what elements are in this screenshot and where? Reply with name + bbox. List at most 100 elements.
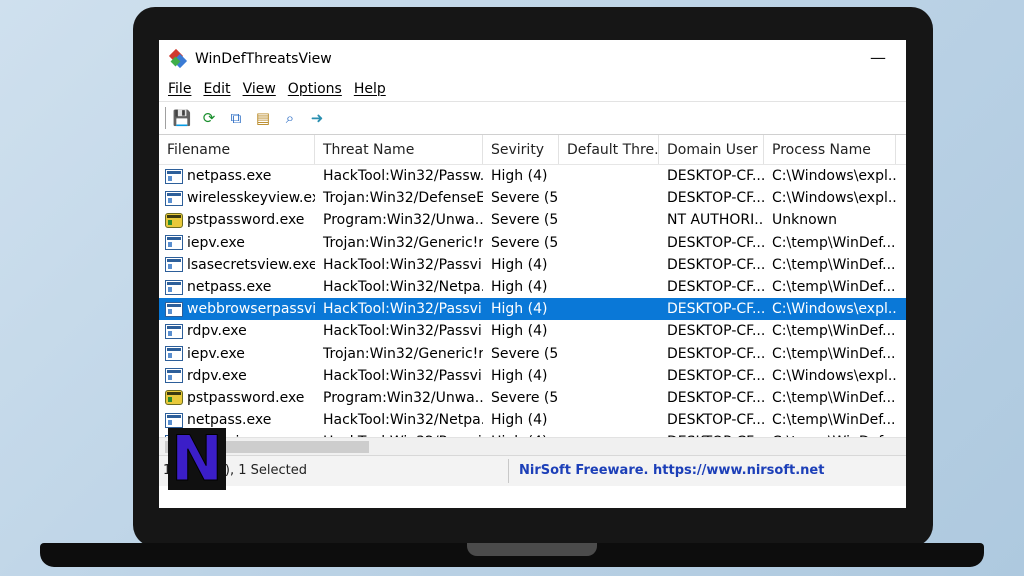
cell-domain-user: DESKTOP-CF...	[667, 345, 764, 362]
cell-process-name: C:\Windows\expl...	[772, 367, 896, 384]
table-row[interactable]: lsasecretsview.exe HackTool:Win32/Passvi.…	[159, 254, 906, 276]
horizontal-scrollbar[interactable]	[159, 437, 906, 455]
cell-severity: High (4)	[491, 301, 548, 318]
menu-file[interactable]: File	[162, 81, 197, 97]
cell-severity: High (4)	[491, 323, 548, 340]
cell-domain-user: DESKTOP-CF...	[667, 234, 764, 251]
menu-options[interactable]: Options	[282, 81, 348, 97]
cell-threat-name: HackTool:Win32/Passvi...	[323, 323, 483, 340]
cell-filename: wirelesskeyview.exe	[159, 190, 315, 206]
cell-process-name: C:\temp\WinDef...	[772, 279, 896, 296]
cell-filename: lsasecretsview.exe	[159, 257, 315, 273]
properties-icon[interactable]: ▤	[252, 107, 274, 129]
table-row[interactable]: netpass.exe HackTool:Win32/Netpa... High (…	[159, 276, 906, 298]
exe-file-icon	[165, 323, 183, 339]
filename-text: wirelesskeyview.exe	[187, 190, 315, 207]
cell-severity: Severe (5)	[491, 190, 559, 207]
cell-severity: High (4)	[491, 412, 548, 429]
cell-domain-user: DESKTOP-CF...	[667, 367, 764, 384]
exe-file-icon	[165, 168, 183, 184]
cell-process-name: C:\temp\WinDef...	[772, 412, 896, 429]
cell-domain-user: NT AUTHORI...	[667, 212, 764, 229]
cell-process-name: Unknown	[772, 212, 837, 229]
cell-threat-name: HackTool:Win32/Passvi...	[323, 256, 483, 273]
cell-domain-user: DESKTOP-CF...	[667, 279, 764, 296]
cell-threat-name: HackTool:Win32/Passw...	[323, 168, 483, 185]
list-rows: netpass.exe HackTool:Win32/Passw... High (…	[159, 165, 906, 453]
menu-edit[interactable]: Edit	[197, 81, 236, 97]
toolbar-grip	[165, 107, 167, 129]
status-bar: 19 item(s), 1 Selected NirSoft Freeware.…	[159, 456, 906, 486]
table-row[interactable]: iepv.exe Trojan:Win32/Generic!rfn Severe (…	[159, 232, 906, 254]
exe-file-icon	[165, 279, 183, 295]
channel-logo: N	[168, 427, 226, 490]
table-row[interactable]: pstpassword.exe Program:Win32/Unwa... Seve…	[159, 387, 906, 409]
column-header-default-threat[interactable]: Default Thre...	[559, 135, 659, 164]
cell-filename: rdpv.exe	[159, 368, 315, 384]
table-row[interactable]: netpass.exe HackTool:Win32/Netpa... High (…	[159, 409, 906, 431]
cell-filename: pstpassword.exe	[159, 390, 315, 406]
column-header-threat-name[interactable]: Threat Name	[315, 135, 483, 164]
filename-text: iepv.exe	[187, 234, 245, 251]
filename-text: rdpv.exe	[187, 367, 247, 384]
table-row[interactable]: webbrowserpassvi... HackTool:Win32/Passvi…	[159, 298, 906, 321]
exe-file-icon	[165, 346, 183, 362]
threats-list: Filename Threat Name Sevirity Default Th…	[159, 135, 906, 456]
window-title: WinDefThreatsView	[195, 50, 332, 67]
program-icon	[165, 212, 183, 228]
filename-text: netpass.exe	[187, 279, 272, 296]
table-row[interactable]: netpass.exe HackTool:Win32/Passw... High (…	[159, 165, 906, 187]
table-row[interactable]: iepv.exe Trojan:Win32/Generic!rfn Severe (…	[159, 343, 906, 365]
table-row[interactable]: wirelesskeyview.exe Trojan:Win32/DefenseE…	[159, 187, 906, 209]
save-icon[interactable]: 💾	[171, 107, 193, 129]
copy-icon[interactable]: ⧉	[225, 107, 247, 129]
cell-process-name: C:\Windows\expl...	[772, 190, 896, 207]
table-row[interactable]: rdpv.exe HackTool:Win32/Passvi... High (4)…	[159, 320, 906, 342]
cell-filename: iepv.exe	[159, 346, 315, 362]
cell-filename: pstpassword.exe	[159, 212, 315, 228]
cell-process-name: C:\temp\WinDef...	[772, 389, 896, 406]
exe-file-icon	[165, 368, 183, 384]
column-header-severity[interactable]: Sevirity	[483, 135, 559, 164]
cell-threat-name: HackTool:Win32/Passvi...	[323, 301, 483, 318]
cell-filename: rdpv.exe	[159, 323, 315, 339]
cell-process-name: C:\temp\WinDef...	[772, 345, 896, 362]
cell-threat-name: Trojan:Win32/Generic!rfn	[323, 234, 483, 251]
exit-icon[interactable]: ➜	[306, 107, 328, 129]
column-header-process-name[interactable]: Process Name	[764, 135, 896, 164]
cell-process-name: C:\temp\WinDef...	[772, 256, 896, 273]
filename-text: pstpassword.exe	[187, 389, 305, 406]
column-header-filename[interactable]: Filename	[159, 135, 315, 164]
menu-view[interactable]: View	[237, 81, 282, 97]
cell-severity: Severe (5)	[491, 234, 559, 251]
column-header-domain-user[interactable]: Domain User	[659, 135, 764, 164]
exe-file-icon	[165, 235, 183, 251]
refresh-icon[interactable]: ⟳	[198, 107, 220, 129]
cell-threat-name: HackTool:Win32/Netpa...	[323, 412, 483, 429]
cell-filename: netpass.exe	[159, 168, 315, 184]
cell-process-name: C:\temp\WinDef...	[772, 323, 896, 340]
cell-severity: High (4)	[491, 168, 548, 185]
cell-filename: webbrowserpassvi...	[159, 301, 315, 317]
cell-severity: Severe (5)	[491, 345, 559, 362]
cell-domain-user: DESKTOP-CF...	[667, 168, 764, 185]
cell-domain-user: DESKTOP-CF...	[667, 301, 764, 318]
table-row[interactable]: rdpv.exe HackTool:Win32/Passvi... High (4)…	[159, 365, 906, 387]
cell-domain-user: DESKTOP-CF...	[667, 323, 764, 340]
nirsoft-link[interactable]: NirSoft Freeware. https://www.nirsoft.ne…	[509, 459, 824, 483]
cell-filename: iepv.exe	[159, 235, 315, 251]
cell-filename: netpass.exe	[159, 279, 315, 295]
filename-text: iepv.exe	[187, 345, 245, 362]
cell-domain-user: DESKTOP-CF...	[667, 412, 764, 429]
cell-process-name: C:\Windows\expl...	[772, 301, 896, 318]
toolbar: 💾 ⟳ ⧉ ▤ ⌕ ➜	[159, 101, 906, 135]
table-row[interactable]: pstpassword.exe Program:Win32/Unwa... Seve…	[159, 209, 906, 231]
minimize-button[interactable]: —	[870, 48, 886, 67]
filename-text: webbrowserpassvi...	[187, 301, 315, 318]
menu-help[interactable]: Help	[348, 81, 392, 97]
cell-severity: High (4)	[491, 279, 548, 296]
exe-file-icon	[165, 301, 183, 317]
find-icon[interactable]: ⌕	[279, 107, 301, 129]
cell-threat-name: Trojan:Win32/Generic!rfn	[323, 345, 483, 362]
cell-severity: Severe (5)	[491, 389, 559, 406]
